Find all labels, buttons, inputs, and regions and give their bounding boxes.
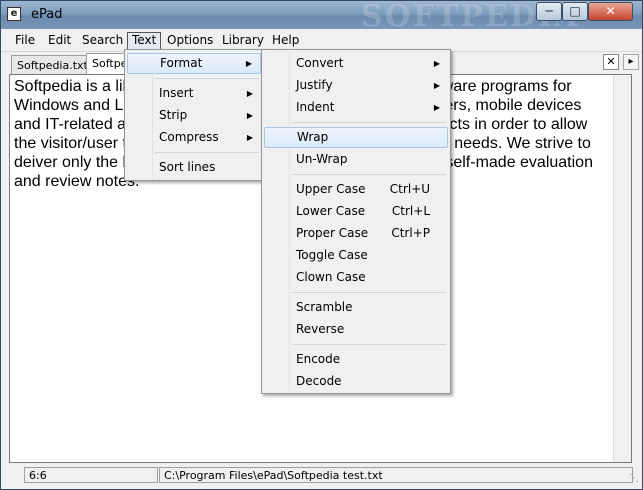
chevron-right-icon: ▶ bbox=[433, 59, 440, 68]
menu-item-reverse[interactable]: Reverse bbox=[264, 319, 448, 340]
chevron-right-icon: ▶ bbox=[433, 81, 440, 90]
menu-item-label: Un-Wrap bbox=[296, 152, 348, 166]
maximize-button[interactable]: □ bbox=[562, 2, 588, 21]
menu-shortcut: Ctrl+L bbox=[391, 204, 430, 218]
menu-item-label: Proper Case bbox=[296, 226, 369, 240]
menu-item-label: Encode bbox=[296, 352, 341, 366]
status-bar: 6:6 C:\Program Files\ePad\Softpedia test… bbox=[1, 464, 642, 489]
text-menu-dropdown: Format ▶ Insert ▶ Strip ▶ Compress ▶ Sort li… bbox=[124, 49, 264, 181]
menu-item-scramble[interactable]: Scramble bbox=[264, 297, 448, 318]
minimize-icon: ─ bbox=[545, 4, 553, 18]
menu-item-label: Decode bbox=[296, 374, 342, 388]
menu-item-format[interactable]: Format ▶ bbox=[127, 53, 261, 74]
menu-item-label: Compress bbox=[159, 130, 219, 144]
menu-shortcut: Ctrl+P bbox=[391, 226, 430, 240]
menu-item-label: Indent bbox=[296, 100, 335, 114]
close-button[interactable]: ✕ bbox=[588, 2, 633, 21]
resize-grip-icon[interactable]: ⋱ bbox=[629, 473, 639, 484]
chevron-right-icon: ▶ bbox=[245, 59, 252, 68]
minimize-button[interactable]: ─ bbox=[536, 2, 562, 21]
menu-item-label: Convert bbox=[296, 56, 344, 70]
menu-item-justify[interactable]: Justify ▶ bbox=[264, 75, 448, 96]
menu-separator bbox=[155, 152, 259, 153]
menu-separator bbox=[292, 344, 446, 345]
chevron-right-icon: ▶ bbox=[433, 103, 440, 112]
menu-search[interactable]: Search bbox=[78, 32, 127, 49]
menu-item-label: Strip bbox=[159, 108, 188, 122]
menu-item-label: Clown Case bbox=[296, 270, 366, 284]
menu-item-upper-case[interactable]: Upper Case Ctrl+U bbox=[264, 179, 448, 200]
tab-softpedia-txt[interactable]: Softpedia.txt bbox=[11, 55, 94, 75]
menu-item-decode[interactable]: Decode bbox=[264, 371, 448, 392]
menu-library[interactable]: Library bbox=[218, 32, 268, 49]
menu-separator bbox=[155, 78, 259, 79]
menu-item-label: Format bbox=[160, 56, 203, 70]
tab-scroll-button[interactable]: ▸ bbox=[623, 54, 639, 70]
menu-item-strip[interactable]: Strip ▶ bbox=[127, 105, 261, 126]
menu-item-unwrap[interactable]: Un-Wrap bbox=[264, 149, 448, 170]
menu-item-insert[interactable]: Insert ▶ bbox=[127, 83, 261, 104]
menu-separator bbox=[292, 292, 446, 293]
close-icon: ✕ bbox=[605, 4, 616, 18]
app-icon[interactable]: e bbox=[7, 7, 21, 21]
title-bar[interactable]: e ePad SOFTPEDIA ─ □ ✕ bbox=[1, 0, 642, 34]
vertical-scrollbar[interactable] bbox=[613, 75, 631, 462]
chevron-right-icon: ▶ bbox=[246, 89, 253, 98]
menu-item-encode[interactable]: Encode bbox=[264, 349, 448, 370]
close-icon: ✕ bbox=[606, 55, 616, 68]
chevron-right-icon: ▸ bbox=[628, 56, 634, 67]
window-title: ePad bbox=[31, 7, 63, 22]
format-submenu: Convert ▶ Justify ▶ Indent ▶ Wrap Un-Wrap U… bbox=[261, 49, 451, 394]
menu-item-proper-case[interactable]: Proper Case Ctrl+P bbox=[264, 223, 448, 244]
menu-edit[interactable]: Edit bbox=[44, 32, 75, 49]
menu-item-clown-case[interactable]: Clown Case bbox=[264, 267, 448, 288]
menu-help[interactable]: Help bbox=[268, 32, 303, 49]
menu-item-label: Insert bbox=[159, 86, 194, 100]
menu-item-lower-case[interactable]: Lower Case Ctrl+L bbox=[264, 201, 448, 222]
menu-item-label: Wrap bbox=[297, 130, 329, 144]
menu-item-toggle-case[interactable]: Toggle Case bbox=[264, 245, 448, 266]
menu-shortcut: Ctrl+U bbox=[389, 182, 430, 196]
close-tab-button[interactable]: ✕ bbox=[603, 54, 619, 70]
menu-options[interactable]: Options bbox=[163, 32, 217, 49]
menu-item-convert[interactable]: Convert ▶ bbox=[264, 53, 448, 74]
menu-file[interactable]: File bbox=[11, 32, 39, 49]
menu-item-label: Toggle Case bbox=[296, 248, 368, 262]
chevron-right-icon: ▶ bbox=[246, 133, 253, 142]
menu-separator bbox=[292, 174, 446, 175]
menu-item-compress[interactable]: Compress ▶ bbox=[127, 127, 261, 148]
menu-item-label: Lower Case bbox=[296, 204, 366, 218]
menu-item-label: Reverse bbox=[296, 322, 345, 336]
menu-separator bbox=[292, 122, 446, 123]
menu-item-label: Scramble bbox=[296, 300, 353, 314]
menu-item-indent[interactable]: Indent ▶ bbox=[264, 97, 448, 118]
menu-item-wrap[interactable]: Wrap bbox=[264, 127, 448, 148]
cursor-position: 6:6 bbox=[24, 467, 158, 483]
maximize-icon: □ bbox=[569, 4, 581, 18]
chevron-right-icon: ▶ bbox=[246, 111, 253, 120]
menu-item-label: Justify bbox=[296, 78, 333, 92]
menu-item-sort-lines[interactable]: Sort lines bbox=[127, 157, 261, 178]
menu-item-label: Upper Case bbox=[296, 182, 366, 196]
menu-item-label: Sort lines bbox=[159, 160, 216, 174]
file-path: C:\Program Files\ePad\Softpedia test.txt bbox=[159, 467, 633, 483]
